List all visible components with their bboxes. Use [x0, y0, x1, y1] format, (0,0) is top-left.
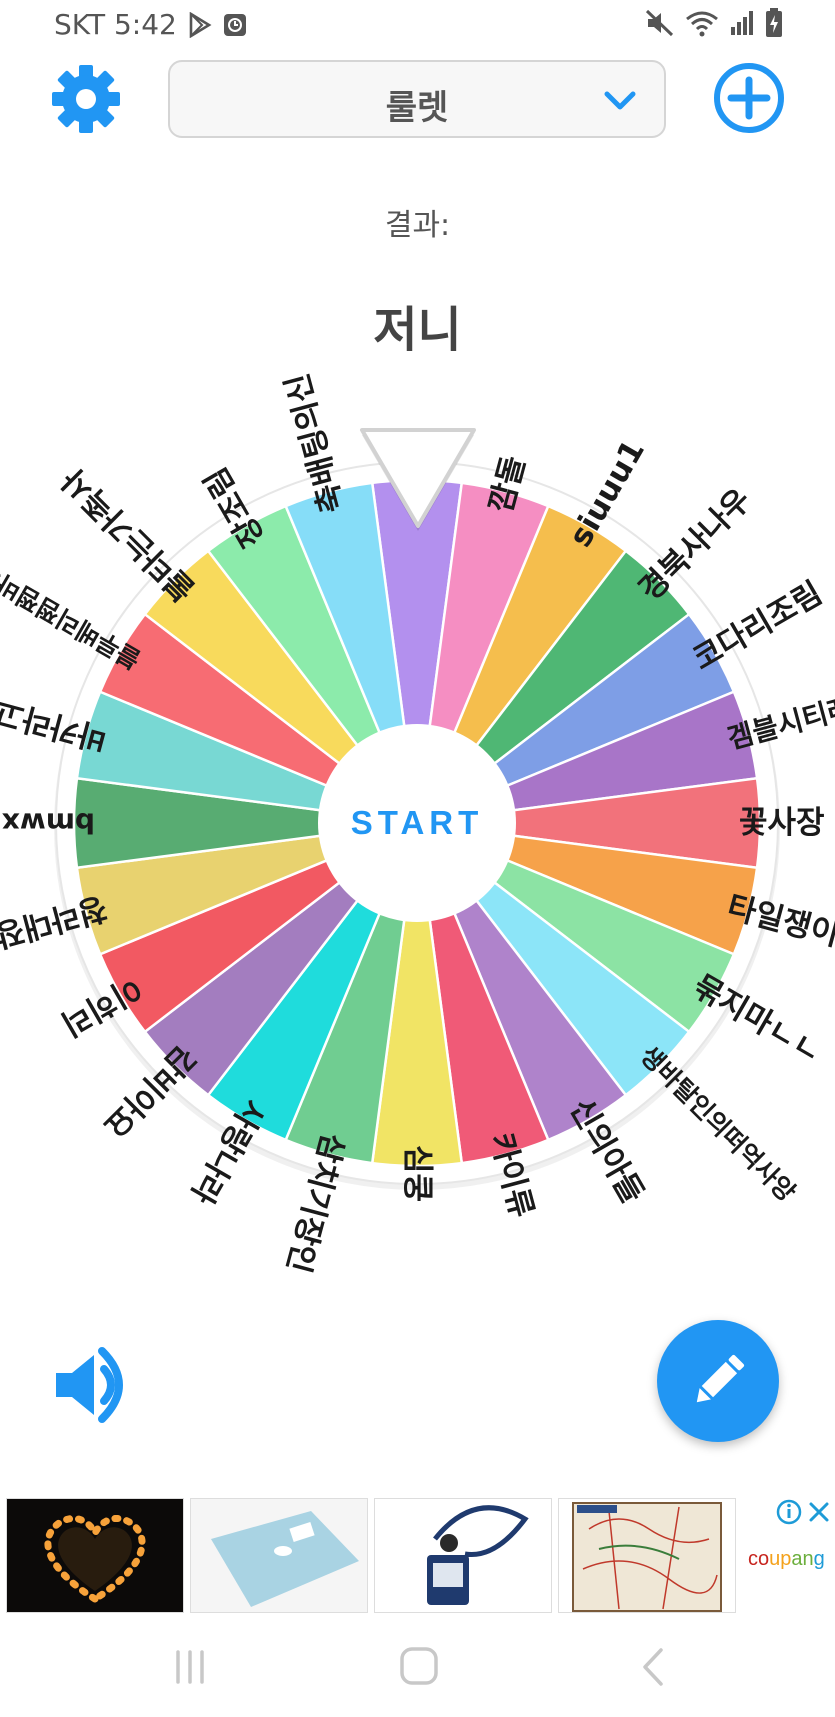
- ad-brand-logo[interactable]: coupang: [748, 1548, 825, 1571]
- wheel-segment-label: 생바탈인의떠억사앙: [634, 1040, 801, 1207]
- info-icon[interactable]: [775, 1498, 803, 1526]
- start-button[interactable]: START: [317, 723, 517, 923]
- ad-product-tile[interactable]: [190, 1498, 368, 1613]
- ad-product-tile[interactable]: [6, 1498, 184, 1613]
- edit-button[interactable]: [657, 1320, 779, 1442]
- map-image: [572, 1502, 722, 1612]
- wheel-segment-label: bmwx7오너: [0, 807, 95, 840]
- recent-apps-icon[interactable]: [160, 1642, 220, 1692]
- navigation-bar: [0, 1620, 835, 1717]
- heart-candles-image: [7, 1499, 183, 1612]
- pencil-icon: [696, 1354, 745, 1403]
- desk-mat-image: [191, 1499, 367, 1612]
- speaker-icon[interactable]: [52, 1345, 132, 1425]
- wheel-segment-label: 불타는가족사: [55, 461, 202, 608]
- wheel-segment-label: 경북사나우: [632, 482, 758, 608]
- home-icon[interactable]: [389, 1642, 449, 1692]
- ad-product-tile[interactable]: [558, 1498, 736, 1613]
- close-icon[interactable]: [806, 1498, 832, 1526]
- ad-product-tile[interactable]: [374, 1498, 552, 1613]
- ad-banner[interactable]: coupang: [0, 1498, 835, 1616]
- id-lanyard-image: [427, 1505, 529, 1605]
- wheel-segment-label: 꽃사장: [739, 805, 825, 841]
- ad-brand-text: coupang: [748, 1548, 825, 1570]
- wheel-segment-label: 심쿵: [399, 1145, 435, 1202]
- back-icon[interactable]: [623, 1642, 683, 1692]
